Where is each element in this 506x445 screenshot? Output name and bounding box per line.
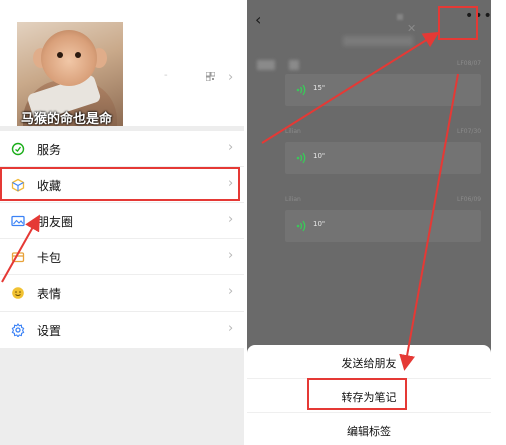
chevron-right-icon: › bbox=[228, 212, 234, 227]
menu-label: 卡包 bbox=[37, 251, 62, 265]
voice-wave-icon bbox=[296, 152, 306, 164]
menu-item-moments[interactable]: 朋友圈 › bbox=[0, 203, 244, 239]
right-margin bbox=[491, 0, 506, 445]
sheet-label: 发送给朋友 bbox=[341, 357, 397, 370]
annotation-box-favorites bbox=[0, 167, 240, 201]
voice-message-card[interactable]: 10" bbox=[285, 142, 481, 174]
note-sender: Lilian bbox=[285, 196, 301, 203]
nav-blur-small bbox=[397, 14, 403, 20]
menu-item-stickers[interactable]: 表情 › bbox=[0, 275, 244, 311]
avatar-face bbox=[41, 30, 97, 86]
avatar-eye-right bbox=[75, 52, 81, 58]
back-arrow-icon[interactable]: ‹ bbox=[255, 10, 261, 29]
menu-item-cards[interactable]: 卡包 › bbox=[0, 239, 244, 275]
chevron-right-icon: › bbox=[228, 140, 234, 155]
note-sender: Lilian bbox=[285, 128, 301, 135]
service-icon bbox=[11, 142, 25, 156]
voice-message-card[interactable]: 15" bbox=[285, 74, 481, 106]
note-time: LF06/09 bbox=[457, 196, 482, 203]
profile-header[interactable]: 马猴的命也是命 - › bbox=[0, 0, 244, 127]
redacted-sender bbox=[289, 60, 299, 70]
voice-wave-icon bbox=[296, 220, 306, 232]
note-time: LF07/30 bbox=[457, 128, 482, 135]
menu-item-service[interactable]: 服务 › bbox=[0, 131, 244, 167]
menu-label: 表情 bbox=[37, 287, 62, 301]
moments-icon bbox=[11, 215, 25, 227]
menu-label: 设置 bbox=[37, 324, 62, 338]
profile-id-dash: - bbox=[164, 70, 168, 81]
voice-wave-icon bbox=[296, 84, 306, 96]
cards-icon bbox=[11, 252, 25, 263]
menu-label: 朋友圈 bbox=[37, 215, 74, 229]
avatar-eye-left bbox=[57, 52, 63, 58]
sticker-icon bbox=[12, 287, 24, 299]
annotation-box-more bbox=[438, 6, 478, 40]
menu-label: 服务 bbox=[37, 143, 62, 157]
settings-icon bbox=[11, 323, 25, 337]
redacted-title bbox=[343, 36, 413, 46]
chevron-right-icon: › bbox=[228, 284, 234, 299]
qr-code-icon[interactable] bbox=[206, 72, 215, 81]
voice-duration: 15" bbox=[313, 84, 326, 92]
voice-duration: 10" bbox=[313, 220, 326, 228]
me-page-panel: 马猴的命也是命 - › 服务 › 收藏 › 朋友圈 › 卡包 › 表情 › 设置… bbox=[0, 0, 244, 445]
avatar-caption: 马猴的命也是命 bbox=[21, 112, 113, 127]
menu-item-settings[interactable]: 设置 › bbox=[0, 312, 244, 348]
edit-tags-option[interactable]: 编辑标签 bbox=[247, 413, 491, 445]
annotation-box-save-note bbox=[307, 378, 407, 410]
send-to-friend-option[interactable]: 发送给朋友 bbox=[247, 345, 491, 379]
close-icon[interactable]: ✕ bbox=[407, 22, 416, 35]
redacted-sender bbox=[257, 60, 275, 70]
voice-duration: 10" bbox=[313, 152, 326, 160]
voice-message-card[interactable]: 10" bbox=[285, 210, 481, 242]
sheet-label: 编辑标签 bbox=[347, 425, 391, 438]
note-time: LF08/07 bbox=[457, 60, 482, 67]
menu-group-settings: 设置 › bbox=[0, 312, 244, 348]
menu-group-main: 服务 › 收藏 › 朋友圈 › 卡包 › 表情 › bbox=[0, 131, 244, 311]
chevron-right-icon[interactable]: › bbox=[228, 70, 233, 85]
chevron-right-icon: › bbox=[228, 248, 234, 263]
chevron-right-icon: › bbox=[228, 321, 234, 336]
